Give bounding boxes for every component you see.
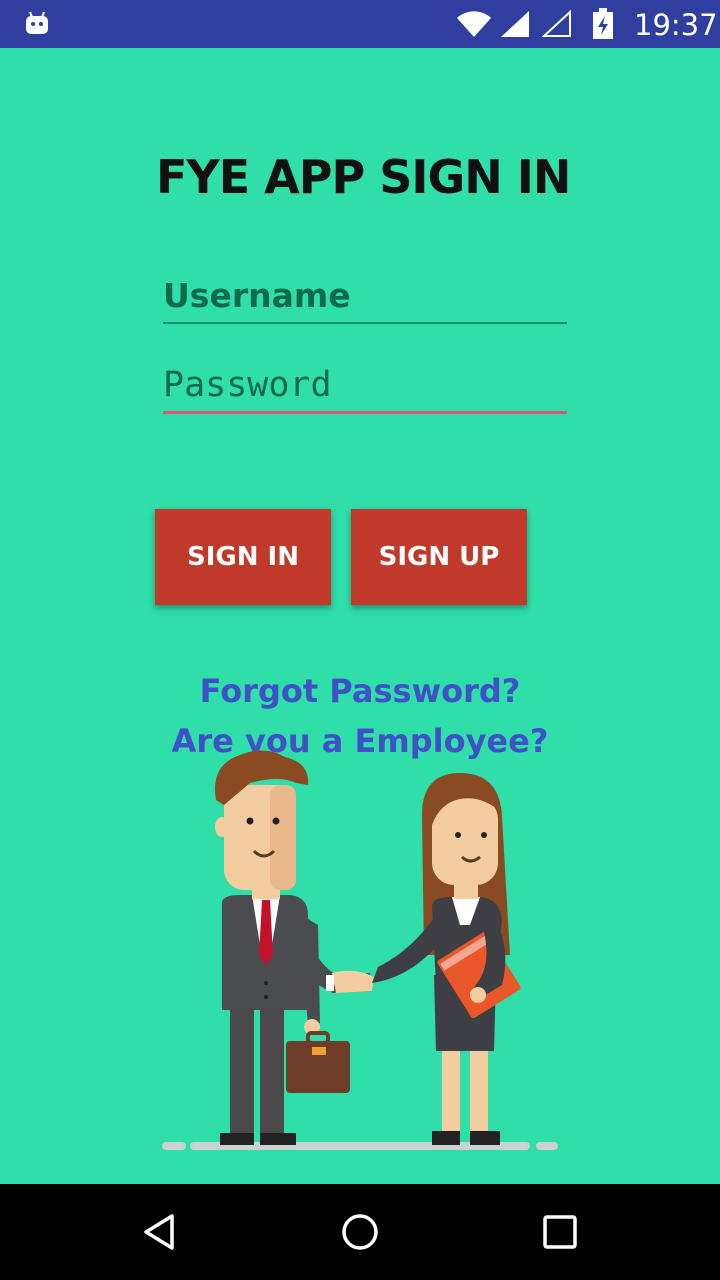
signal-icon (501, 11, 529, 37)
sign-up-button[interactable]: SIGN UP (351, 509, 527, 605)
status-clock: 19:37 (634, 8, 718, 42)
forgot-password-link[interactable]: Forgot Password? (0, 672, 720, 710)
back-icon[interactable] (140, 1212, 180, 1252)
battery-charging-icon (593, 8, 613, 39)
signal-empty-icon (542, 10, 571, 37)
handshake-illustration (162, 750, 558, 1150)
android-icon (26, 11, 48, 34)
recents-icon[interactable] (540, 1212, 580, 1252)
page-title: FYE APP SIGN IN (156, 150, 571, 204)
wifi-icon (457, 11, 491, 37)
password-input[interactable] (163, 358, 567, 414)
navigation-bar (0, 1184, 720, 1280)
sign-in-button[interactable]: SIGN IN (155, 509, 331, 605)
username-input[interactable] (163, 268, 567, 324)
status-bar: 19:37 (0, 0, 720, 48)
home-icon[interactable] (340, 1212, 380, 1252)
